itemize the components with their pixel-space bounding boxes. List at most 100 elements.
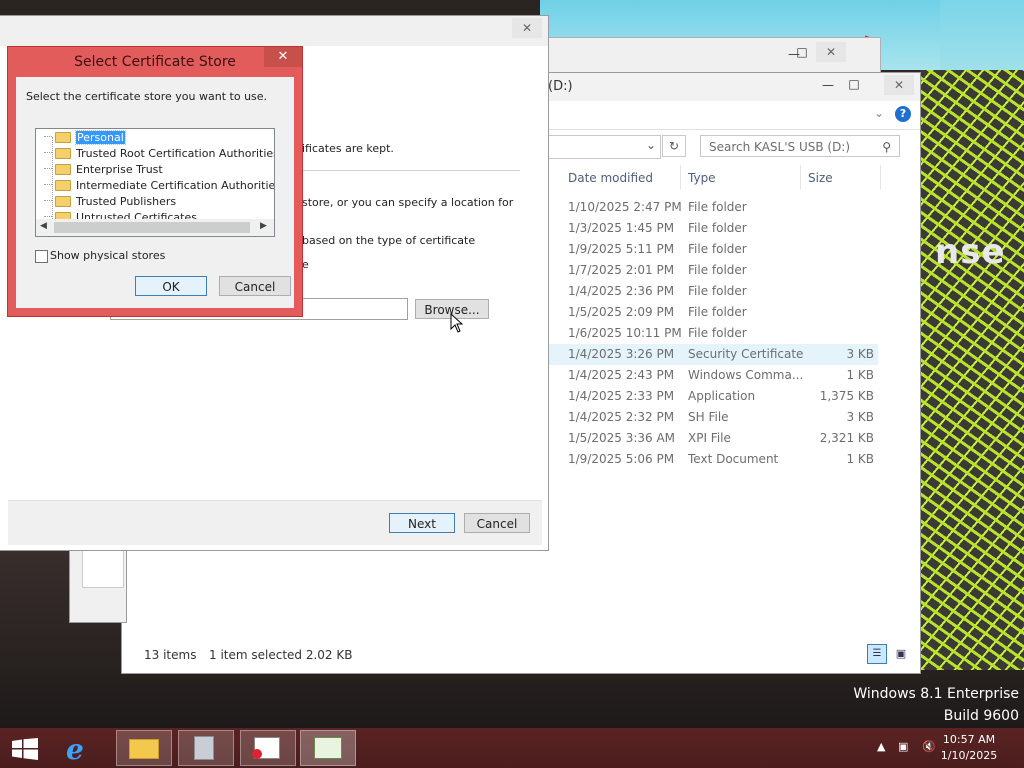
tree-vertical-scrollbar[interactable]: ▲ ▼ bbox=[274, 129, 275, 219]
dialog-title: Select Certificate Store bbox=[74, 54, 236, 70]
file-type: File folder bbox=[688, 200, 747, 214]
column-divider[interactable] bbox=[680, 165, 681, 189]
file-row[interactable]: 1/4/2025 2:36 PM File folder bbox=[548, 281, 878, 302]
tree-connector bbox=[44, 152, 52, 153]
maximize-icon[interactable]: □ bbox=[844, 74, 864, 94]
windows-watermark: Windows 8.1 Enterprise Build 9600 bbox=[853, 683, 1019, 727]
taskbar-clock[interactable]: 10:57 AM 1/10/2025 bbox=[933, 732, 1005, 764]
help-icon[interactable]: ? bbox=[895, 106, 911, 122]
status-selection: 1 item selected 2.02 KB bbox=[209, 648, 353, 662]
status-item-count: 13 items bbox=[144, 648, 197, 662]
wizard-titlebar[interactable]: ✕ bbox=[0, 16, 548, 46]
close-icon[interactable]: ✕ bbox=[512, 18, 542, 38]
file-row[interactable]: 1/4/2025 2:32 PM SH File 3 KB bbox=[548, 407, 878, 428]
file-size: 1 KB bbox=[846, 368, 874, 382]
column-type[interactable]: Type bbox=[688, 171, 716, 185]
wallpaper-lime-strokes bbox=[920, 70, 1024, 670]
file-type: Windows Comma... bbox=[688, 368, 804, 382]
store-item[interactable]: Personal bbox=[44, 130, 126, 146]
store-item[interactable]: Enterprise Trust bbox=[44, 162, 163, 178]
scroll-right-icon[interactable]: ▶ bbox=[260, 221, 267, 231]
network-icon[interactable]: ▣ bbox=[898, 740, 908, 753]
wizard-text: based on the type of certificate bbox=[302, 234, 476, 247]
taskbar-server-manager[interactable] bbox=[178, 730, 234, 766]
background-explorer-window[interactable]: — □ ✕ bbox=[534, 38, 880, 74]
start-button[interactable] bbox=[0, 730, 50, 766]
folder-icon bbox=[55, 196, 71, 207]
watermark-edition: Windows 8.1 Enterprise bbox=[853, 686, 1019, 702]
close-icon[interactable]: ✕ bbox=[264, 47, 302, 67]
show-hidden-icons-icon[interactable]: ▲ bbox=[877, 740, 885, 753]
store-label: Trusted Publishers bbox=[76, 195, 177, 208]
minimize-icon[interactable]: — bbox=[818, 75, 838, 95]
ok-button[interactable]: OK bbox=[135, 276, 207, 296]
file-type: File folder bbox=[688, 242, 747, 256]
clock-date: 1/10/2025 bbox=[940, 749, 998, 762]
certificate-store-tree[interactable]: Personal Trusted Root Certification Autho… bbox=[35, 128, 275, 237]
column-divider[interactable] bbox=[880, 165, 881, 189]
file-row[interactable]: 1/10/2025 2:47 PM File folder bbox=[548, 197, 878, 218]
details-view-icon[interactable]: ☰ bbox=[867, 644, 887, 664]
dialog-instruction: Select the certificate store you want to… bbox=[26, 90, 268, 103]
folder-icon bbox=[55, 164, 71, 175]
search-icon[interactable]: ⚲ bbox=[882, 136, 891, 158]
file-row[interactable]: 1/4/2025 3:26 PM Security Certificate 3 KB bbox=[548, 344, 878, 365]
file-row[interactable]: 1/4/2025 2:33 PM Application 1,375 KB bbox=[548, 386, 878, 407]
file-type: File folder bbox=[688, 284, 747, 298]
tree-connector bbox=[44, 168, 52, 169]
scroll-left-icon[interactable]: ◀ bbox=[40, 221, 47, 231]
chevron-down-icon[interactable]: ⌄ bbox=[874, 106, 884, 120]
error-badge-icon bbox=[252, 749, 262, 759]
store-label: Personal bbox=[75, 130, 126, 145]
column-divider[interactable] bbox=[800, 165, 801, 189]
file-date: 1/10/2025 2:47 PM bbox=[568, 200, 682, 214]
internet-explorer-icon: e bbox=[66, 733, 84, 766]
file-row[interactable]: 1/9/2025 5:06 PM Text Document 1 KB bbox=[548, 449, 878, 470]
tree-horizontal-scrollbar[interactable]: ◀ ▶ bbox=[36, 219, 274, 236]
close-icon[interactable]: ✕ bbox=[816, 42, 846, 62]
taskbar-file-explorer[interactable] bbox=[116, 730, 172, 766]
scrollbar-thumb[interactable] bbox=[54, 222, 250, 233]
store-item[interactable]: Trusted Publishers bbox=[44, 194, 176, 210]
file-explorer-icon bbox=[129, 739, 159, 759]
file-row[interactable]: 1/6/2025 10:11 PM File folder bbox=[548, 323, 878, 344]
file-row[interactable]: 1/4/2025 2:43 PM Windows Comma... 1 KB bbox=[548, 365, 878, 386]
close-icon[interactable]: ✕ bbox=[884, 75, 914, 95]
file-row[interactable]: 1/3/2025 1:45 PM File folder bbox=[548, 218, 878, 239]
show-physical-stores-label[interactable]: Show physical stores bbox=[50, 249, 165, 262]
chevron-down-icon[interactable]: ⌄ bbox=[646, 138, 656, 152]
file-row[interactable]: 1/5/2025 2:09 PM File folder bbox=[548, 302, 878, 323]
file-row[interactable]: 1/9/2025 5:11 PM File folder bbox=[548, 239, 878, 260]
cancel-button[interactable]: Cancel bbox=[219, 276, 291, 296]
store-item[interactable]: Intermediate Certification Authorities bbox=[44, 178, 274, 194]
address-bar[interactable]: ⌄ bbox=[548, 135, 661, 159]
file-type: File folder bbox=[688, 263, 747, 277]
store-label: Enterprise Trust bbox=[76, 163, 163, 176]
wallpaper-text: nse bbox=[935, 232, 1006, 272]
taskbar-certificate-import[interactable] bbox=[300, 730, 356, 766]
file-size: 1 KB bbox=[846, 452, 874, 466]
refresh-icon[interactable]: ↻ bbox=[662, 135, 686, 157]
file-row[interactable]: 1/7/2025 2:01 PM File folder bbox=[548, 260, 878, 281]
column-date-modified[interactable]: Date modified bbox=[568, 171, 653, 185]
taskbar-internet-explorer[interactable]: e bbox=[54, 730, 110, 766]
file-date: 1/4/2025 2:43 PM bbox=[568, 368, 675, 382]
background-wizard-window bbox=[70, 540, 126, 622]
file-date: 1/7/2025 2:01 PM bbox=[568, 263, 675, 277]
file-type: Text Document bbox=[688, 452, 779, 466]
column-size[interactable]: Size bbox=[808, 171, 833, 185]
dialog-body: Select the certificate store you want to… bbox=[16, 77, 294, 308]
file-row[interactable]: 1/5/2025 3:36 AM XPI File 2,321 KB bbox=[548, 428, 878, 449]
select-certificate-store-dialog[interactable]: Select Certificate Store ✕ Select the ce… bbox=[8, 47, 302, 316]
next-button[interactable]: Next bbox=[389, 513, 455, 533]
scrollbar-corner bbox=[274, 219, 275, 236]
maximize-icon[interactable]: □ bbox=[792, 42, 812, 62]
show-physical-stores-checkbox[interactable] bbox=[35, 250, 48, 263]
store-item[interactable]: Trusted Root Certification Authorities bbox=[44, 146, 274, 162]
status-bar: 13 items 1 item selected 2.02 KB ☰ ▣ bbox=[122, 643, 920, 673]
large-icons-view-icon[interactable]: ▣ bbox=[891, 644, 911, 664]
tree-connector bbox=[44, 216, 52, 217]
search-input[interactable]: Search KASL'S USB (D:) ⚲ bbox=[700, 135, 900, 157]
taskbar-certificate[interactable] bbox=[240, 730, 296, 766]
cancel-button[interactable]: Cancel bbox=[464, 513, 530, 533]
